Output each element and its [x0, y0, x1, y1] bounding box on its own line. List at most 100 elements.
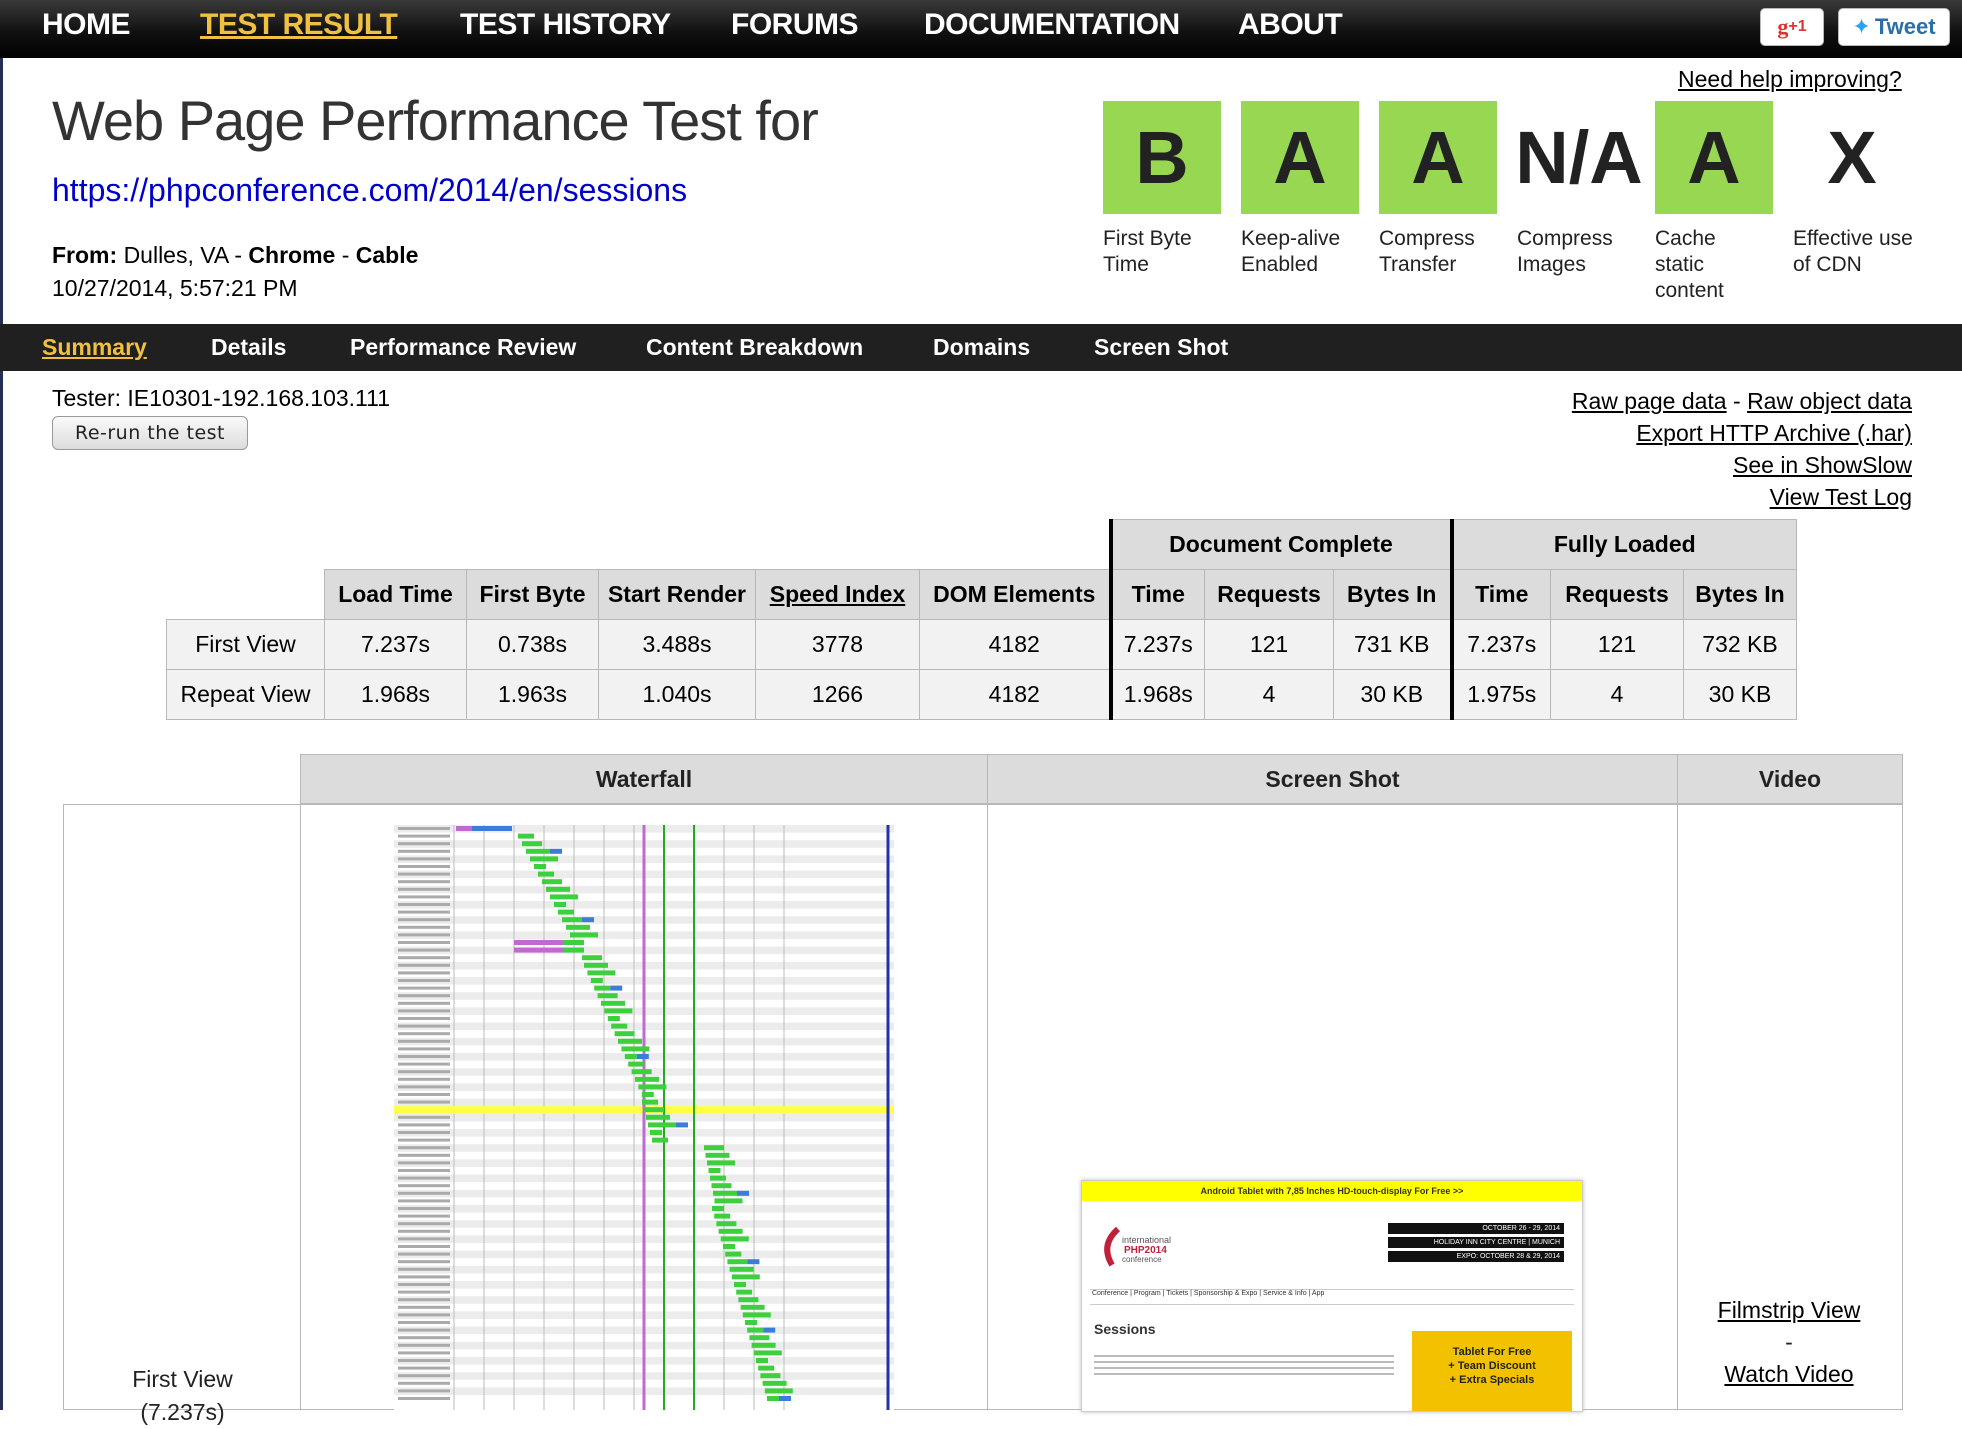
raw-object-data-link[interactable]: Raw object data	[1747, 388, 1912, 414]
waterfall-bar	[716, 1221, 737, 1227]
waterfall-bar	[582, 917, 594, 923]
waterfall-row-label	[398, 842, 450, 846]
waterfall-header: Waterfall	[300, 754, 988, 804]
tab-details[interactable]: Details	[211, 334, 286, 361]
nav-test-history[interactable]: TEST HISTORY	[460, 8, 671, 42]
waterfall-row-label	[398, 1359, 450, 1362]
waterfall-row-label	[398, 1207, 450, 1210]
raw-page-data-link[interactable]: Raw page data	[1572, 388, 1727, 414]
waterfall-row-label	[398, 1176, 450, 1180]
page-screenshot-thumbnail[interactable]: Android Tablet with 7,85 Inches HD-touch…	[1081, 1180, 1583, 1412]
waterfall-bar	[764, 1388, 793, 1394]
header-dom-elements: DOM Elements	[919, 569, 1111, 620]
tester-info: Tester: IE10301-192.168.103.111	[52, 385, 391, 411]
waterfall-bar	[749, 1335, 770, 1341]
waterfall-row-label	[398, 1077, 450, 1081]
waterfall-bar	[530, 856, 558, 862]
google-plus-label: +1	[1788, 18, 1807, 35]
waterfall-row-label	[398, 1305, 450, 1309]
waterfall-row-label	[398, 1336, 450, 1340]
rerun-test-button[interactable]: Re-run the test	[52, 416, 248, 450]
video-links-separator: -	[1785, 1329, 1793, 1355]
waterfall-bar	[644, 1107, 664, 1113]
waterfall-row-label	[398, 834, 450, 838]
waterfall-row-label	[398, 1191, 450, 1195]
grade-compress-images[interactable]: N/A	[1515, 101, 1643, 214]
screenshot-paragraph	[1094, 1351, 1394, 1377]
waterfall-row-label	[398, 1237, 450, 1241]
grade-label-cache-static: Cache static content	[1655, 227, 1724, 302]
waterfall-bar	[636, 1054, 649, 1059]
waterfall-row-label	[398, 1161, 450, 1165]
table-cell: 7.237s	[324, 619, 467, 670]
waterfall-row-label	[398, 1283, 450, 1286]
grade-keep-alive[interactable]: A	[1241, 101, 1359, 214]
nav-forums[interactable]: FORUMS	[731, 8, 859, 42]
tab-summary[interactable]: Summary	[42, 334, 147, 361]
waterfall-row-label	[398, 1389, 450, 1393]
tab-performance-review[interactable]: Performance Review	[350, 334, 576, 361]
waterfall-bar	[713, 1190, 737, 1196]
waterfall-bar	[564, 940, 584, 945]
header-load-time: Load Time	[324, 569, 467, 620]
header-speed-index-link[interactable]: Speed Index	[755, 569, 920, 620]
grade-first-byte[interactable]: B	[1103, 101, 1221, 214]
need-help-link[interactable]: Need help improving?	[1678, 66, 1902, 93]
waterfall-row-label	[398, 1397, 450, 1400]
filmstrip-view-link[interactable]: Filmstrip View	[1718, 1297, 1861, 1323]
waterfall-row-label	[398, 1062, 450, 1066]
grade-compress-transfer[interactable]: A	[1379, 101, 1497, 214]
table-row: Repeat View 1.968s 1.963s 1.040s 1266 41…	[166, 669, 1797, 720]
table-cell: 4182	[919, 619, 1111, 670]
tab-screen-shot[interactable]: Screen Shot	[1094, 334, 1228, 361]
grade-label-keep-alive: Keep-alive Enabled	[1241, 227, 1341, 276]
waterfall-bar	[631, 1069, 652, 1075]
waterfall-bar	[740, 1304, 765, 1310]
grade-cache-static[interactable]: A	[1655, 101, 1773, 214]
tab-domains[interactable]: Domains	[933, 334, 1030, 361]
google-plus-button[interactable]: g +1	[1760, 8, 1824, 46]
table-cell: 4182	[919, 669, 1111, 720]
waterfall-bar	[738, 1297, 759, 1303]
waterfall-chart[interactable]	[394, 815, 894, 1410]
tested-url-link[interactable]: https://phpconference.com/2014/en/sessio…	[52, 172, 687, 209]
nav-test-result[interactable]: TEST RESULT	[200, 8, 398, 42]
showslow-link[interactable]: See in ShowSlow	[1733, 452, 1912, 478]
waterfall-row-label	[398, 986, 450, 990]
conference-logo-icon: international PHP2014 conference	[1104, 1226, 1171, 1267]
from-label: From:	[52, 242, 118, 268]
view-test-log-link[interactable]: View Test Log	[1770, 484, 1912, 510]
tweet-label: Tweet	[1874, 14, 1936, 39]
waterfall-bar	[558, 909, 574, 915]
waterfall-bar	[518, 833, 534, 839]
waterfall-bar	[621, 1046, 650, 1052]
waterfall-bar	[650, 1130, 662, 1135]
waterfall-row-label	[398, 1374, 450, 1378]
screenshot-menu: Conference | Program | Tickets | Sponsor…	[1090, 1289, 1574, 1305]
waterfall-bar	[718, 1228, 743, 1234]
table-cell: 121	[1204, 619, 1334, 670]
waterfall-row-label	[398, 918, 450, 922]
export-har-link[interactable]: Export HTTP Archive (.har)	[1636, 420, 1912, 446]
waterfall-bar	[753, 1350, 782, 1356]
grade-cdn[interactable]: X	[1793, 101, 1911, 214]
waterfall-row-label	[398, 865, 450, 868]
nav-home[interactable]: HOME	[42, 8, 131, 42]
nav-documentation[interactable]: DOCUMENTATION	[924, 8, 1180, 42]
waterfall-row-label	[398, 1001, 450, 1005]
waterfall-row-label	[398, 963, 450, 967]
header-full-time: Time	[1449, 569, 1551, 620]
nav-about[interactable]: ABOUT	[1238, 8, 1343, 42]
waterfall-row-label	[398, 827, 450, 830]
table-row: First View 7.237s 0.738s 3.488s 3778 418…	[166, 619, 1797, 670]
results-table: Document Complete Fully Loaded Load Time…	[166, 519, 1797, 720]
waterfall-row-label	[398, 1131, 450, 1134]
waterfall-bar	[737, 1190, 749, 1196]
watch-video-link[interactable]: Watch Video	[1724, 1361, 1853, 1387]
waterfall-row-label	[398, 1275, 450, 1279]
tab-content-breakdown[interactable]: Content Breakdown	[646, 334, 863, 361]
waterfall-bar	[742, 1312, 771, 1318]
location-text: Dulles, VA	[123, 242, 228, 268]
waterfall-bar	[705, 1152, 730, 1158]
tweet-button[interactable]: ✦ Tweet	[1838, 8, 1950, 46]
